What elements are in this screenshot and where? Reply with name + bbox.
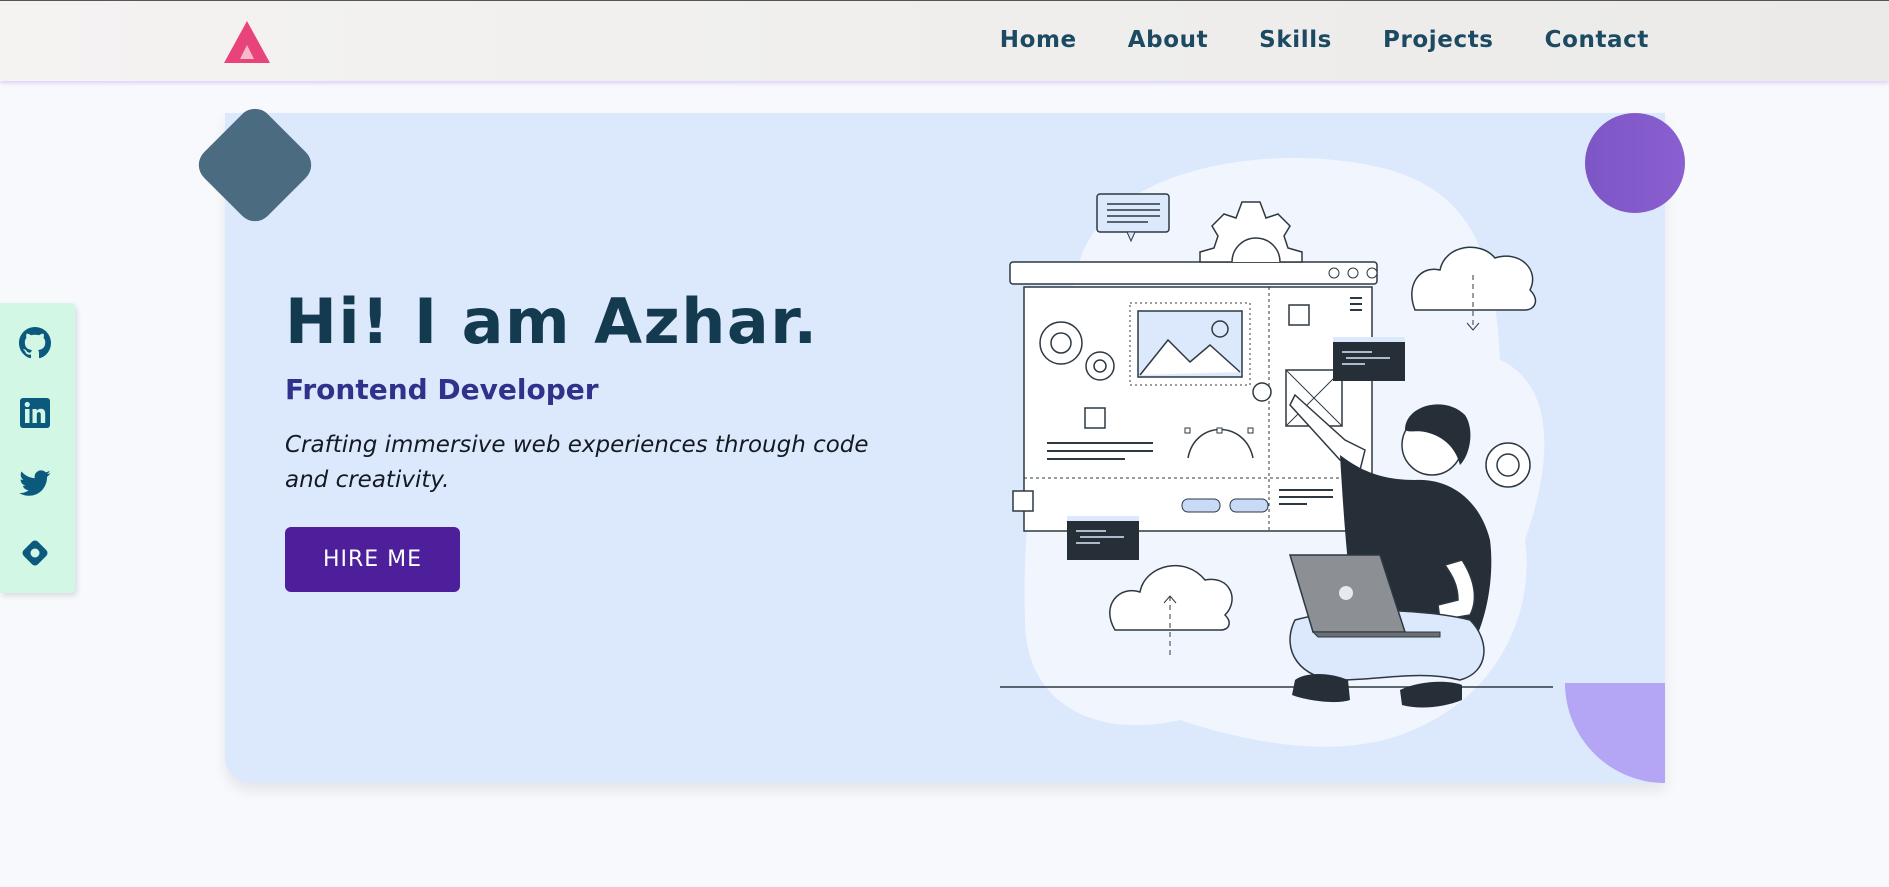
nav-link-skills[interactable]: Skills [1259,27,1332,53]
hire-me-button[interactable]: HIRE ME [285,527,460,592]
developer-illustration [1000,158,1553,747]
nav-link-home[interactable]: Home [1000,27,1077,53]
hero-subtitle: Frontend Developer [285,373,599,406]
navbar: Home About Skills Projects Contact [0,0,1889,81]
github-icon[interactable] [19,327,51,359]
twitter-icon[interactable] [19,467,51,499]
hero-tagline: Crafting immersive web experiences throu… [285,432,869,493]
nav-link-about[interactable]: About [1128,27,1208,53]
hero-title: Hi! I am Azhar. [285,285,819,358]
linkedin-icon[interactable] [19,397,51,429]
nav-menu: Home About Skills Projects Contact [1000,27,1649,53]
social-sidebar [0,303,75,593]
triangle-logo-icon[interactable] [222,19,272,65]
decorative-circle-shape [1585,113,1685,213]
nav-link-projects[interactable]: Projects [1383,27,1494,53]
nav-link-contact[interactable]: Contact [1545,27,1649,53]
portfolio-icon[interactable] [19,537,51,569]
